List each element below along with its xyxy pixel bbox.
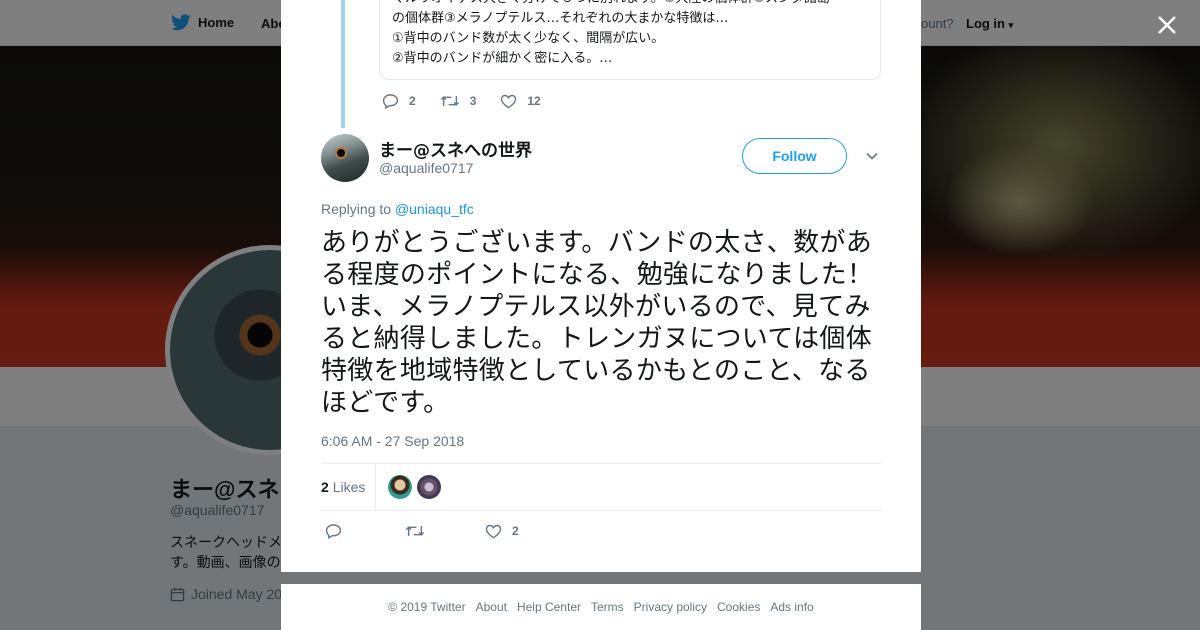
retweet-count: 3 (469, 94, 477, 108)
follow-button[interactable]: Follow (742, 138, 847, 174)
likes-stat[interactable]: 2 Likes (321, 479, 365, 495)
retweet-icon (405, 526, 425, 536)
quoted-tweet-card[interactable]: マルリオイデス大きく分けて３つに別れます。①大陸の個体群②スンダ諸島 の個体群③… (379, 0, 881, 80)
reply-icon (382, 94, 399, 109)
replying-to-link[interactable]: @uniaqu_tfc (395, 201, 474, 217)
replying-to: Replying to @uniaqu_tfc (321, 201, 474, 217)
retweet-button[interactable] (405, 524, 485, 538)
retweet-button[interactable]: 3 (440, 94, 477, 108)
footer-link-help-center[interactable]: Help Center (517, 600, 581, 614)
tweet-actions: 2 (325, 523, 519, 539)
tweet-stats: 2 Likes (321, 463, 881, 511)
quoted-tweet-line: ①背中のバンド数が太く少なく、間隔が広い。 (392, 31, 665, 46)
heart-icon (501, 94, 517, 109)
tweet-modal: マルリオイデス大きく分けて３つに別れます。①大陸の個体群②スンダ諸島 の個体群③… (281, 0, 921, 572)
chevron-down-icon (866, 152, 878, 160)
like-count: 12 (527, 94, 541, 108)
thread-connector-line (341, 0, 345, 128)
close-button[interactable] (1152, 10, 1182, 40)
footer-copyright: © 2019 Twitter (388, 600, 466, 614)
tweet-timestamp[interactable]: 6:06 AM - 27 Sep 2018 (321, 433, 464, 449)
liker-avatar[interactable] (388, 475, 412, 499)
author-avatar[interactable] (321, 134, 369, 182)
liker-avatar[interactable] (417, 475, 441, 499)
more-options-button[interactable] (864, 148, 880, 164)
footer: © 2019 Twitter About Help Center Terms P… (281, 584, 921, 630)
quoted-tweet-line: マルリオイデス大きく分けて３つに別れます。①大陸の個体群②スンダ諸島 (392, 0, 868, 9)
like-button[interactable]: 2 (485, 524, 519, 539)
likes-number: 2 (321, 479, 329, 495)
author-handle[interactable]: @aqualife0717 (379, 160, 473, 176)
retweet-icon (440, 96, 459, 106)
tweet-text: ありがとうございます。バンドの太さ、数がある程度のポイントになる、勉強になりまし… (321, 228, 874, 418)
like-count: 2 (512, 524, 519, 538)
heart-icon (485, 524, 502, 539)
footer-link-about[interactable]: About (476, 600, 507, 614)
footer-link-ads-info[interactable]: Ads info (770, 600, 813, 614)
author-name[interactable]: まー@スネへの世界 (379, 136, 532, 161)
stats-divider (375, 464, 376, 510)
footer-link-cookies[interactable]: Cookies (717, 600, 760, 614)
quoted-tweet-line: ②背中のバンドが細かく密に入る。… (392, 51, 613, 66)
like-button[interactable]: 12 (500, 94, 541, 109)
quoted-tweet-line: の個体群③メラノプテルス…それぞれの大まかな特徴は… (392, 11, 729, 26)
footer-link-privacy-policy[interactable]: Privacy policy (634, 600, 707, 614)
reply-button[interactable]: 2 (382, 93, 416, 109)
footer-link-terms[interactable]: Terms (591, 600, 624, 614)
reply-button[interactable] (325, 523, 405, 539)
likes-label: Likes (332, 479, 366, 495)
reply-icon (325, 524, 342, 539)
close-icon (1158, 16, 1176, 34)
replying-prefix: Replying to (321, 201, 392, 217)
reply-count: 2 (409, 94, 416, 108)
previous-tweet-actions: 2 3 12 (382, 93, 565, 109)
